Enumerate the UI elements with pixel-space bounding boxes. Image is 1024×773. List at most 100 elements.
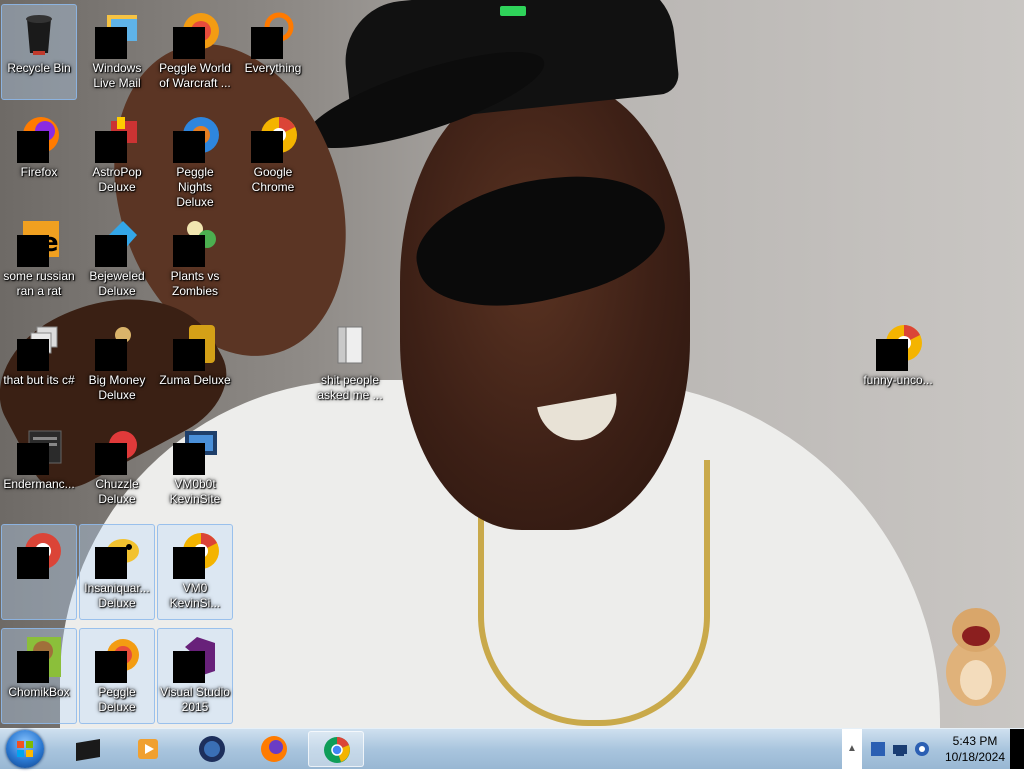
taskbar: ▲ 5:43 PM 10/18/2024 — [0, 728, 1024, 769]
desktop-icon-label: shit people asked me ... — [317, 373, 383, 402]
peggle-icon — [93, 633, 141, 683]
hamster-desktop-pet[interactable] — [936, 600, 1016, 710]
desktop-icon-bejeweled-deluxe[interactable]: Bejeweled Deluxe — [79, 212, 155, 308]
desktop-icon-windows-live-mail[interactable]: Windows Live Mail — [79, 4, 155, 100]
firefox-icon — [261, 736, 287, 762]
desktop-icon-funny-unco[interactable]: funny-unco... — [860, 316, 936, 412]
volume-icon[interactable] — [914, 741, 930, 757]
bejeweled-icon — [93, 217, 141, 267]
visual-studio-icon — [171, 633, 219, 683]
network-icon[interactable] — [892, 741, 908, 757]
desktop-icon-label: Big Money Deluxe — [88, 373, 146, 402]
clock-time: 5:43 PM — [952, 734, 998, 748]
desktop-icon-chrome-shortcut[interactable] — [1, 524, 77, 620]
desktop-icon-peggle-nights-deluxe[interactable]: Peggle Nights Deluxe — [157, 108, 233, 209]
desktop-icon-visual-studio-2015[interactable]: Visual Studio 2015 — [157, 628, 233, 724]
desktop-icon-chomikbox[interactable]: ChomikBox — [1, 628, 77, 724]
search-icon — [249, 9, 297, 59]
windows-start-icon — [17, 741, 33, 757]
app-tray-icon[interactable] — [870, 741, 886, 757]
redaction-block — [17, 547, 49, 579]
redaction-block — [95, 651, 127, 683]
desktop-icon-big-money-deluxe[interactable]: Big Money Deluxe — [79, 316, 155, 412]
firefox-icon — [15, 113, 63, 163]
desktop-icon-label: funny-unco... — [863, 373, 933, 387]
redaction-block — [251, 27, 283, 59]
desktop-icon-folder[interactable]: shit people asked me ... — [312, 316, 388, 412]
redaction-block — [95, 547, 127, 579]
show-desktop-button[interactable] — [1010, 729, 1024, 769]
redaction-block — [173, 547, 205, 579]
desktop-icon-label: Peggle Nights Deluxe — [176, 165, 214, 209]
mail-icon — [93, 9, 141, 59]
desktop-icon-label: Chuzzle Deluxe — [95, 477, 139, 506]
chrome-icon — [874, 321, 922, 371]
taskbar-media-player-button[interactable] — [120, 731, 176, 767]
chomikbox-icon — [15, 633, 63, 683]
desktop-icon-label: some russian ran a rat — [3, 269, 75, 298]
peggle-nights-icon — [171, 113, 219, 163]
desktop-icon-label: ChomikBox — [8, 685, 70, 699]
vm-icon — [171, 425, 219, 475]
redaction-block — [17, 651, 49, 683]
desktop-icon-everything[interactable]: Everything — [235, 4, 311, 100]
desktop-icon-label: Visual Studio 2015 — [160, 685, 230, 714]
zuma-icon — [171, 321, 219, 371]
desktop-icon-label: Firefox — [20, 165, 58, 179]
desktop-icon-some-russian-ran-a-rat[interactable]: e some russian ran a rat — [1, 212, 77, 308]
desktop-icon-vm0-kevinsite[interactable]: VM0 KevinSi... — [157, 524, 233, 620]
desktop-icon-label: Windows Live Mail — [92, 61, 142, 90]
redaction-block — [95, 27, 127, 59]
redaction-block — [95, 339, 127, 371]
folder-icon — [326, 321, 374, 369]
desktop-icon-vm0b0t-kevinsite[interactable]: VM0b0t KevinSite — [157, 420, 233, 516]
desktop-icon-label: Insaniquar... Deluxe — [84, 581, 150, 610]
redaction-block — [17, 235, 49, 267]
peggle-icon — [171, 9, 219, 59]
desktop-icon-recycle-bin[interactable]: Recycle Bin — [1, 4, 77, 100]
wallpaper-led — [500, 6, 526, 16]
desktop-icon-astropop-deluxe[interactable]: AstroPop Deluxe — [79, 108, 155, 204]
redaction-block — [17, 339, 49, 371]
insaniquarium-icon — [93, 529, 141, 579]
redaction-block — [173, 443, 205, 475]
desktop-icon-peggle-world-of-warcraft[interactable]: Peggle World of Warcraft ... — [157, 4, 233, 100]
redaction-block — [17, 131, 49, 163]
redaction-block — [173, 339, 205, 371]
taskbar-globe-button[interactable] — [184, 731, 240, 767]
desktop-icon-plants-vs-zombies[interactable]: Plants vs Zombies — [157, 212, 233, 308]
media-player-icon — [138, 739, 158, 759]
chuzzle-icon — [93, 425, 141, 475]
desktop-icon-google-chrome[interactable]: Google Chrome — [235, 108, 311, 204]
desktop-icon-endermanc[interactable]: Endermanc... — [1, 420, 77, 516]
chrome-icon — [171, 529, 219, 579]
taskbar-clock[interactable]: 5:43 PM 10/18/2024 — [934, 733, 1016, 765]
redaction-block — [173, 235, 205, 267]
desktop-icon-label: Endermanc... — [3, 477, 75, 491]
taskbar-terminal-button[interactable] — [60, 731, 116, 767]
redaction-block — [173, 651, 205, 683]
desktop-icon-label: Google Chrome — [251, 165, 295, 194]
desktop-icon-chuzzle-deluxe[interactable]: Chuzzle Deluxe — [79, 420, 155, 516]
desktop-icon-peggle-deluxe[interactable]: Peggle Deluxe — [79, 628, 155, 724]
redaction-block — [95, 235, 127, 267]
astropop-icon — [93, 113, 141, 163]
desktop-icon-label: Everything — [244, 61, 302, 75]
desktop-icon-label: VM0 KevinSi... — [169, 581, 221, 610]
desktop-icon-zuma-deluxe[interactable]: Zuma Deluxe — [157, 316, 233, 412]
taskbar-chrome-button[interactable] — [308, 731, 364, 767]
desktop: Recycle Bin Firefox e some russian ran a… — [0, 0, 1024, 728]
chrome-icon — [324, 737, 350, 763]
desktop-icon-that-but-its-csharp[interactable]: that but its c# — [1, 316, 77, 412]
globe-icon — [199, 736, 225, 762]
desktop-icon-insaniquarium-deluxe[interactable]: Insaniquar... Deluxe — [79, 524, 155, 620]
desktop-icon-firefox[interactable]: Firefox — [1, 108, 77, 204]
start-button[interactable] — [6, 730, 44, 768]
redaction-block — [95, 131, 127, 163]
redaction-block — [95, 443, 127, 475]
taskbar-firefox-button[interactable] — [246, 731, 302, 767]
redaction-block — [251, 131, 283, 163]
app-icon — [15, 425, 63, 475]
recycle-bin-icon — [15, 9, 63, 57]
show-hidden-icons-button[interactable]: ▲ — [842, 729, 862, 769]
